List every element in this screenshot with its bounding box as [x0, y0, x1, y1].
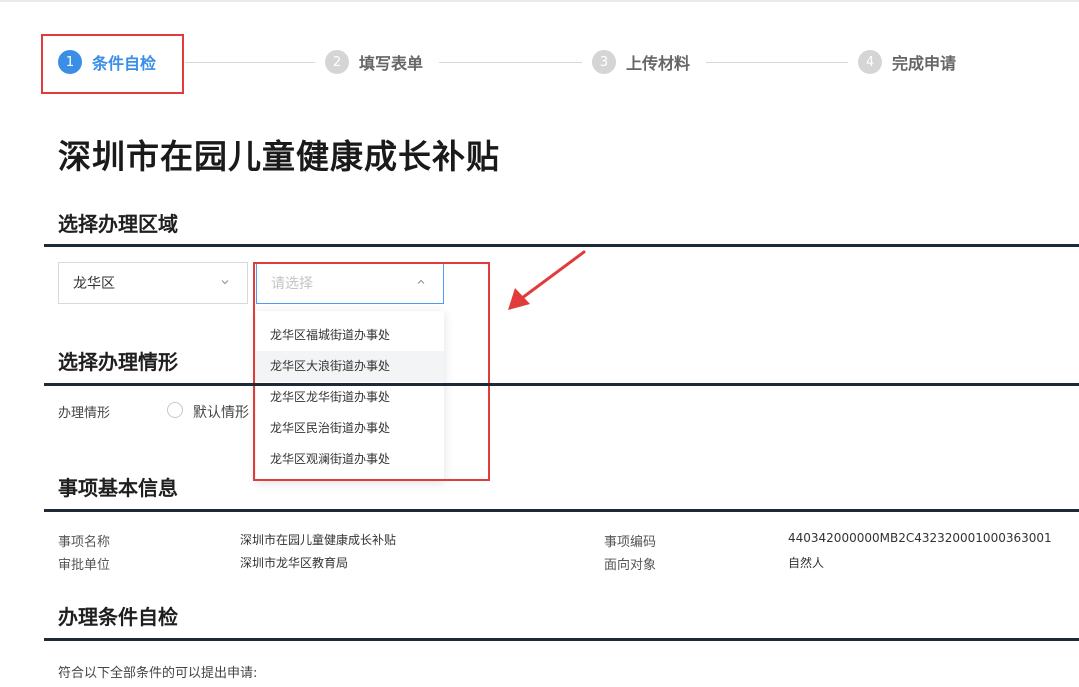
step-highlight-annotation	[41, 34, 184, 94]
target-audience-value: 自然人	[788, 556, 825, 570]
step-label: 完成申请	[892, 54, 957, 73]
approval-dept-value: 深圳市龙华区教育局	[240, 556, 349, 570]
check-section-title: 办理条件自检	[58, 605, 178, 629]
step-4[interactable]: 4 完成申请	[858, 48, 956, 76]
top-divider	[0, 0, 1079, 2]
item-name-value: 深圳市在园儿童健康成长补贴	[240, 533, 397, 547]
basic-info-section-title: 事项基本信息	[58, 476, 178, 500]
step-label: 上传材料	[626, 54, 691, 73]
progress-stepper: 1 条件自检 2 填写表单 3 上传材料 4 完成申请	[58, 48, 1058, 76]
annotation-arrow-icon	[508, 250, 586, 310]
section-divider	[44, 244, 1079, 247]
district-select[interactable]: 龙华区	[58, 262, 248, 304]
item-name-label: 事项名称	[58, 535, 111, 550]
step-connector	[706, 62, 848, 63]
page-title: 深圳市在园儿童健康成长补贴	[58, 137, 500, 176]
step-number: 3	[592, 50, 616, 74]
target-audience-label: 面向对象	[604, 558, 657, 573]
approval-dept-label: 审批单位	[58, 558, 111, 573]
section-divider	[44, 383, 1079, 386]
step-2[interactable]: 2 填写表单	[325, 48, 423, 76]
step-connector	[439, 62, 582, 63]
district-select-value: 龙华区	[73, 276, 115, 292]
conditions-intro: 符合以下全部条件的可以提出申请:	[58, 666, 258, 681]
item-code-label: 事项编码	[604, 535, 657, 550]
scenario-label: 办理情形	[58, 406, 111, 421]
dropdown-highlight-annotation	[253, 262, 490, 481]
scenario-section-title: 选择办理情形	[58, 350, 178, 374]
region-section-title: 选择办理区域	[58, 212, 178, 236]
item-code-value: 440342000000MB2C432320001000363001	[788, 531, 1052, 545]
default-scenario-radio-label[interactable]: 默认情形	[193, 402, 249, 422]
step-number: 4	[858, 50, 882, 74]
default-scenario-radio[interactable]	[167, 402, 183, 418]
step-number: 2	[325, 50, 349, 74]
section-divider	[44, 638, 1079, 641]
step-3[interactable]: 3 上传材料	[592, 48, 690, 76]
section-divider	[44, 509, 1079, 512]
step-label: 填写表单	[359, 54, 424, 73]
chevron-down-icon	[221, 280, 229, 285]
step-connector	[185, 62, 315, 63]
